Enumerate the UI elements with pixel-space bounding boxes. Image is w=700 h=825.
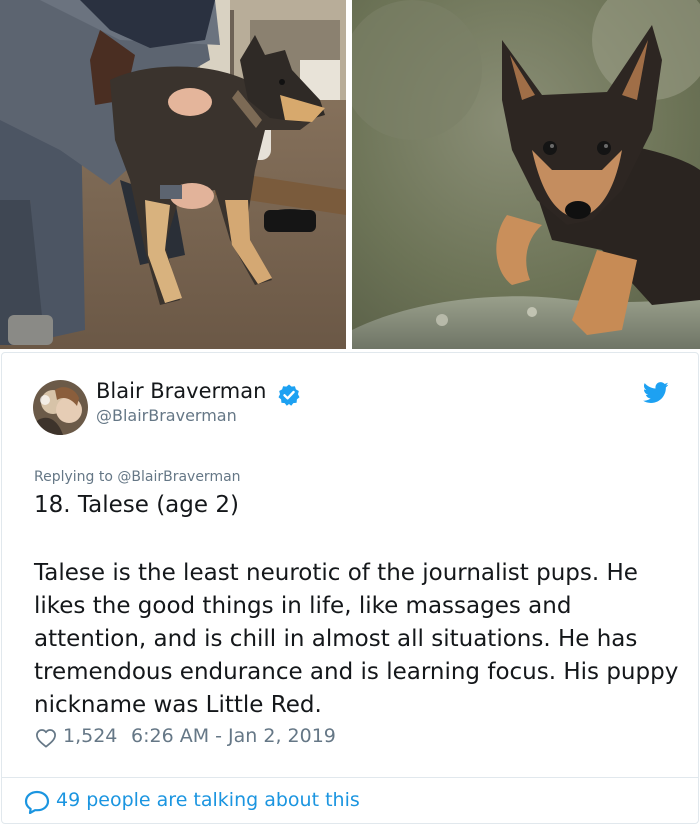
card-divider — [2, 777, 698, 778]
photo-grid — [0, 0, 700, 349]
tweet-photo-dog-massage[interactable] — [0, 0, 346, 349]
twitter-bird-icon[interactable] — [643, 382, 669, 404]
tweet-timestamp[interactable]: 6:26 AM - Jan 2, 2019 — [131, 725, 336, 747]
verified-badge-icon — [278, 384, 300, 406]
puppy-illustration — [352, 0, 700, 349]
heart-icon[interactable] — [35, 728, 57, 748]
like-count[interactable]: 1,524 — [63, 725, 117, 747]
tweet-text: Talese is the least neurotic of the jour… — [34, 560, 679, 718]
dog-massage-illustration — [0, 0, 346, 349]
avatar-image — [33, 380, 88, 435]
tweet-title: 18. Talese (age 2) — [34, 492, 239, 518]
author-handle[interactable]: @BlairBraverman — [96, 406, 237, 425]
speech-bubble-icon — [24, 790, 50, 814]
replying-to-label[interactable]: Replying to @BlairBraverman — [34, 469, 241, 485]
author-name[interactable]: Blair Braverman — [96, 379, 266, 403]
author-avatar[interactable] — [33, 380, 88, 435]
tweet-card: Blair Braverman @BlairBraverman Replying… — [1, 352, 699, 824]
conversation-count-text[interactable]: 49 people are talking about this — [56, 789, 360, 811]
tweet-photo-puppy[interactable] — [352, 0, 700, 349]
